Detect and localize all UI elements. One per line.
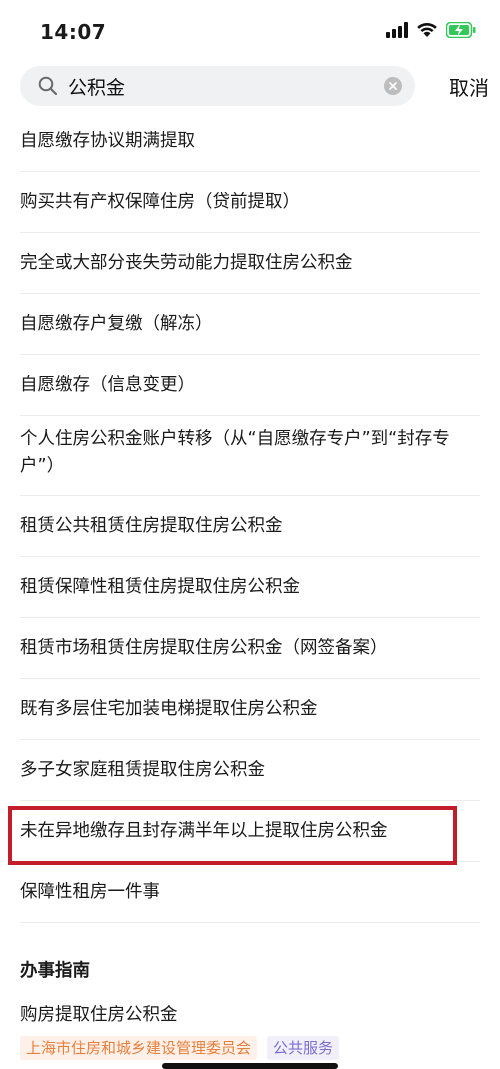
search-bar: 公积金 取消 (0, 64, 500, 108)
list-item-label: 多子女家庭租赁提取住房公积金 (20, 760, 265, 780)
list-item[interactable]: 购买共有产权保障住房（贷前提取） (20, 172, 480, 233)
list-item-label: 租赁公共租赁住房提取住房公积金 (20, 516, 283, 536)
list-item-label: 完全或大部分丧失劳动能力提取住房公积金 (20, 253, 353, 273)
wifi-icon (417, 22, 437, 37)
list-item[interactable]: 自愿缴存（信息变更） (20, 355, 480, 416)
battery-charging-icon (446, 22, 476, 38)
search-results-list: 自愿缴存协议期满提取 购买共有产权保障住房（贷前提取） 完全或大部分丧失劳动能力… (0, 111, 500, 923)
list-item[interactable]: 个人住房公积金账户转移（从“自愿缴存专户”到“封存专户”） (20, 416, 480, 496)
list-item-label: 租赁保障性租赁住房提取住房公积金 (20, 577, 300, 597)
list-item[interactable]: 既有多层住宅加装电梯提取住房公积金 (20, 679, 480, 740)
list-item-label: 自愿缴存（信息变更） (20, 375, 195, 395)
list-item-label: 自愿缴存协议期满提取 (20, 131, 195, 151)
status-icons (386, 22, 476, 38)
department-tag: 上海市住房和城乡建设管理委员会 (20, 1036, 258, 1060)
list-item[interactable]: 多子女家庭租赁提取住房公积金 (20, 740, 480, 801)
list-item[interactable]: 完全或大部分丧失劳动能力提取住房公积金 (20, 233, 480, 294)
guide-tags: 上海市住房和城乡建设管理委员会 公共服务 (20, 1036, 340, 1060)
status-bar: 14:07 (0, 0, 500, 60)
section-title: 办事指南 (20, 961, 90, 981)
list-item[interactable]: 租赁公共租赁住房提取住房公积金 (20, 496, 480, 557)
cancel-button[interactable]: 取消 (449, 72, 489, 101)
list-item[interactable]: 租赁保障性租赁住房提取住房公积金 (20, 557, 480, 618)
list-item-label: 保障性租房一件事 (20, 882, 160, 902)
list-item[interactable]: 保障性租房一件事 (20, 862, 480, 923)
list-item[interactable]: 租赁市场租赁住房提取住房公积金（网签备案） (20, 618, 480, 679)
category-tag: 公共服务 (267, 1036, 340, 1060)
clear-icon[interactable] (384, 77, 402, 95)
home-indicator (162, 1063, 338, 1069)
list-item[interactable]: 自愿缴存户复缴（解冻） (20, 294, 480, 355)
list-item-label: 既有多层住宅加装电梯提取住房公积金 (20, 699, 318, 719)
list-item-label: 购买共有产权保障住房（贷前提取） (20, 192, 300, 212)
search-query: 公积金 (68, 76, 126, 99)
guide-item-title[interactable]: 购房提取住房公积金 (20, 1001, 178, 1026)
list-item-label: 租赁市场租赁住房提取住房公积金（网签备案） (20, 638, 388, 658)
list-item[interactable]: 自愿缴存协议期满提取 (20, 111, 480, 172)
signal-icon (386, 22, 408, 38)
search-input[interactable]: 公积金 (20, 66, 415, 106)
highlight-box (8, 806, 457, 865)
list-item-label: 自愿缴存户复缴（解冻） (20, 314, 213, 334)
status-time: 14:07 (40, 20, 107, 44)
search-icon (38, 76, 58, 96)
list-item-label: 个人住房公积金账户转移（从“自愿缴存专户”到“封存专户”） (20, 429, 450, 476)
